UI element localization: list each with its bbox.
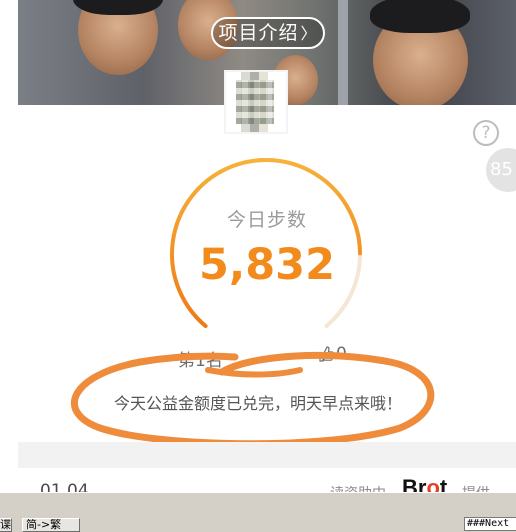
- rank-text[interactable]: 第1名: [178, 346, 223, 371]
- project-intro-button[interactable]: 项目介绍〉: [211, 17, 325, 49]
- help-icon[interactable]: ?: [473, 120, 499, 146]
- section-divider: [18, 442, 516, 468]
- toolbar-left-button[interactable]: 谍: [0, 518, 12, 532]
- quota-exhausted-notice: 今天公益金额度已兑完，明天早点来哦！: [113, 394, 402, 413]
- user-avatar[interactable]: [226, 72, 286, 132]
- today-steps-value: 5,832: [198, 240, 335, 290]
- banner-child-hair: [370, 0, 470, 33]
- toolbar-text-field[interactable]: ###Next: [464, 517, 516, 531]
- thumbs-up-icon: [319, 346, 334, 362]
- like-count: 0: [336, 344, 347, 364]
- side-badge[interactable]: 85: [486, 148, 516, 192]
- ime-toolbar: 谍 简->繁 ###Next: [0, 492, 516, 532]
- like-button[interactable]: 0: [318, 344, 347, 364]
- banner-pole: [338, 0, 348, 105]
- project-intro-label: 项目介绍: [218, 22, 299, 44]
- today-steps-label: 今日步数: [226, 209, 307, 231]
- chevron-right-icon: 〉: [300, 24, 318, 43]
- record-row[interactable]: 01.04 读资助中 Brot 提供: [0, 468, 516, 502]
- simplified-to-traditional-button[interactable]: 简->繁: [22, 518, 80, 532]
